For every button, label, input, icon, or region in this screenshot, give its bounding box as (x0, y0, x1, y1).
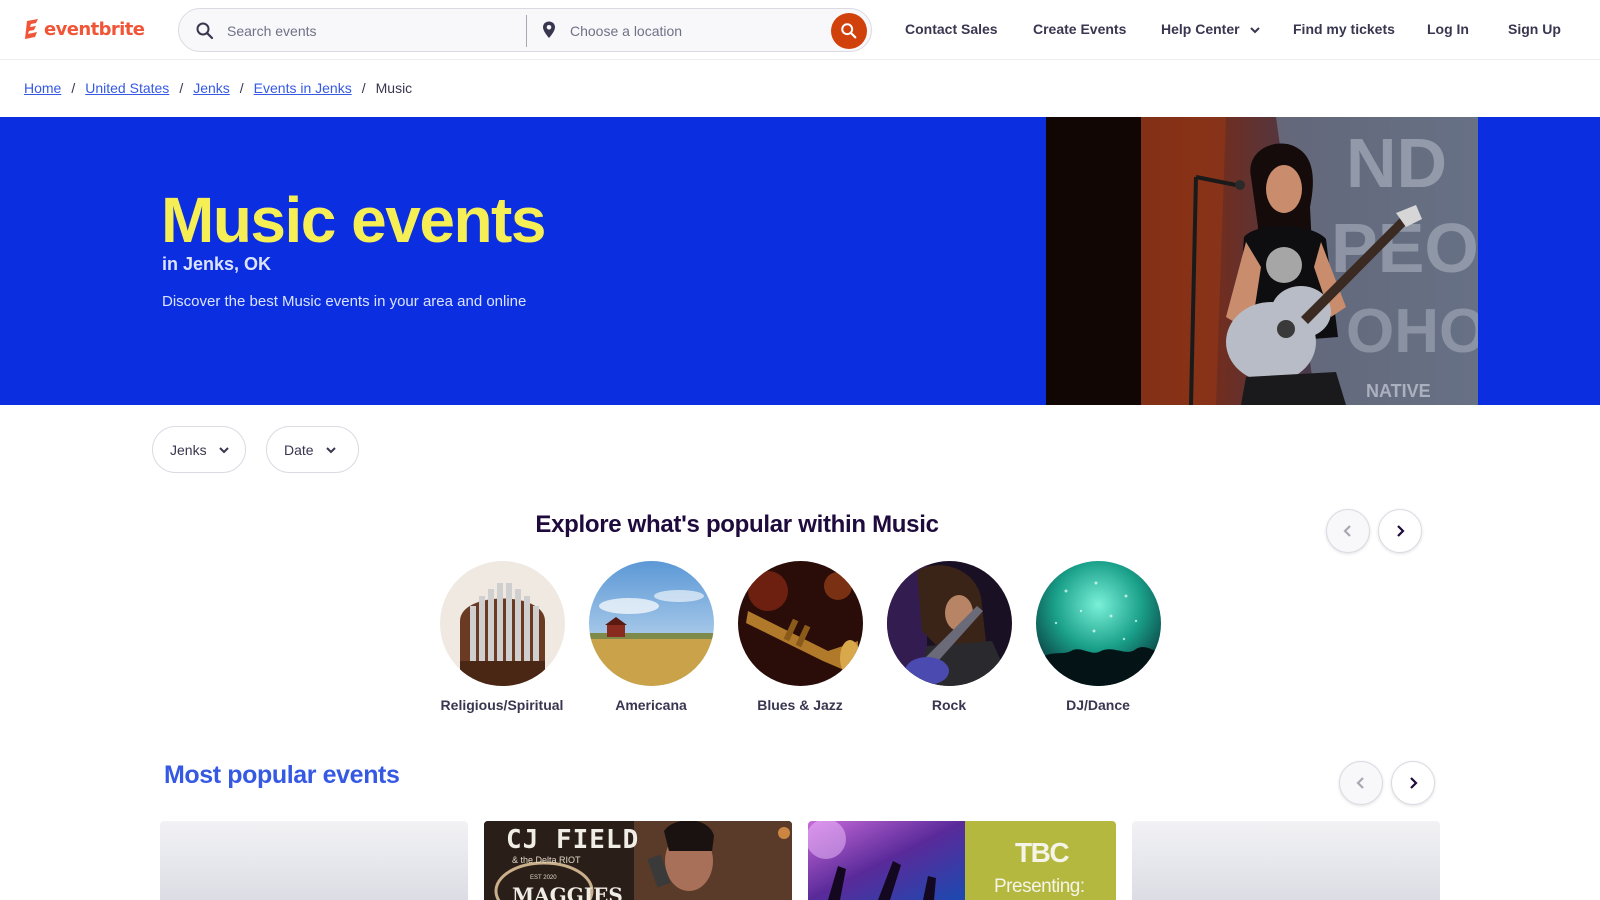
nav-contact-sales[interactable]: Contact Sales (905, 21, 998, 37)
breadcrumb-events-in-city[interactable]: Events in Jenks (254, 80, 352, 96)
location-pin-icon (543, 21, 555, 38)
date-filter-dropdown[interactable]: Date (266, 426, 359, 473)
category-religious-spiritual[interactable]: Religious/Spiritual (439, 561, 565, 713)
breadcrumb-separator: / (71, 80, 76, 96)
category-dj-dance[interactable]: DJ/Dance (1035, 561, 1161, 713)
svg-text:ND: ND (1346, 124, 1447, 202)
explore-section-title: Explore what's popular within Music (535, 511, 939, 538)
event-card-tbc[interactable]: TBC Presenting: (808, 821, 1116, 900)
explore-next-button[interactable] (1378, 509, 1422, 553)
category-label: DJ/Dance (1066, 697, 1130, 713)
breadcrumb: Home / United States / Jenks / Events in… (24, 80, 412, 96)
chevron-down-icon (218, 446, 229, 453)
search-divider (526, 15, 527, 47)
category-blues-jazz[interactable]: Blues & Jazz (737, 561, 863, 713)
search-bar (178, 8, 872, 52)
hero-banner: Music events in Jenks, OK Discover the b… (0, 117, 1600, 405)
popular-next-button[interactable] (1391, 761, 1435, 805)
svg-text:NATIVE: NATIVE (1366, 381, 1431, 401)
chevron-left-icon (1356, 777, 1364, 789)
page-title: Music events (161, 184, 546, 256)
search-button[interactable] (831, 13, 867, 49)
explore-prev-button[interactable] (1326, 509, 1370, 553)
category-americana[interactable]: Americana (588, 561, 714, 713)
date-filter-label: Date (284, 441, 314, 458)
nav-sign-up[interactable]: Sign Up (1508, 21, 1561, 37)
nav-create-events[interactable]: Create Events (1033, 21, 1126, 37)
category-rock[interactable]: Rock (886, 561, 1012, 713)
category-image-prairie-barn (588, 561, 714, 686)
popular-prev-button[interactable] (1339, 761, 1383, 805)
event-card-headline: TBC (1015, 837, 1070, 868)
event-card-venue: MAGGIES (512, 883, 623, 900)
category-label: Religious/Spiritual (440, 697, 564, 713)
category-image-rock-guitarist (886, 561, 1012, 686)
eventbrite-wordmark: eventbrite (44, 18, 145, 40)
chevron-right-icon (1410, 777, 1418, 789)
category-image-trumpet (737, 561, 863, 686)
svg-text:OHO: OHO (1346, 297, 1478, 366)
breadcrumb-city[interactable]: Jenks (193, 80, 230, 96)
category-label: Blues & Jazz (757, 697, 843, 713)
chevron-right-icon (1397, 525, 1405, 537)
category-label: Americana (615, 697, 687, 713)
chevron-left-icon (1343, 525, 1351, 537)
nav-help-center-label: Help Center (1161, 21, 1240, 37)
breadcrumb-separator: / (179, 80, 184, 96)
breadcrumb-separator: / (361, 80, 366, 96)
event-card-subline: & the Delta RIOT (512, 855, 581, 865)
location-filter-dropdown[interactable]: Jenks (152, 426, 246, 473)
event-card-headline: CJ FIELD (506, 825, 640, 855)
hero-location-subtitle: in Jenks, OK (162, 254, 272, 274)
category-image-organ-pipes (439, 561, 565, 686)
chevron-down-icon (1250, 27, 1261, 34)
breadcrumb-current: Music (375, 80, 413, 96)
eventbrite-logo[interactable]: eventbrite (24, 16, 145, 42)
event-card-loading[interactable] (1132, 821, 1440, 900)
location-filter-label: Jenks (170, 441, 207, 458)
search-icon (841, 23, 857, 39)
nav-log-in[interactable]: Log In (1427, 21, 1469, 37)
location-input[interactable] (570, 19, 810, 43)
chevron-down-icon (325, 446, 336, 453)
breadcrumb-country[interactable]: United States (85, 80, 169, 96)
site-header: eventbrite Contact Sales Create Events H… (0, 0, 1600, 60)
search-icon (196, 22, 214, 40)
hero-description: Discover the best Music events in your a… (162, 293, 527, 310)
nav-help-center[interactable]: Help Center (1161, 21, 1261, 37)
event-card-cj-field[interactable]: CJ FIELD & the Delta RIOT EST 2020 MAGGI… (484, 821, 792, 900)
nav-find-my-tickets[interactable]: Find my tickets (1293, 21, 1395, 37)
hero-image-singer-guitarist: ND PEO OHO NATIVE (1046, 117, 1478, 405)
event-card-loading[interactable] (160, 821, 468, 900)
breadcrumb-separator: / (239, 80, 244, 96)
search-input[interactable] (227, 19, 517, 43)
category-label: Rock (931, 697, 967, 713)
most-popular-title: Most popular events (164, 761, 400, 789)
category-image-dance-crowd (1035, 561, 1161, 686)
eventbrite-logo-icon (25, 19, 38, 39)
breadcrumb-home[interactable]: Home (24, 80, 61, 96)
event-card-subline: Presenting: (994, 876, 1085, 897)
event-card-established: EST 2020 (530, 875, 557, 881)
